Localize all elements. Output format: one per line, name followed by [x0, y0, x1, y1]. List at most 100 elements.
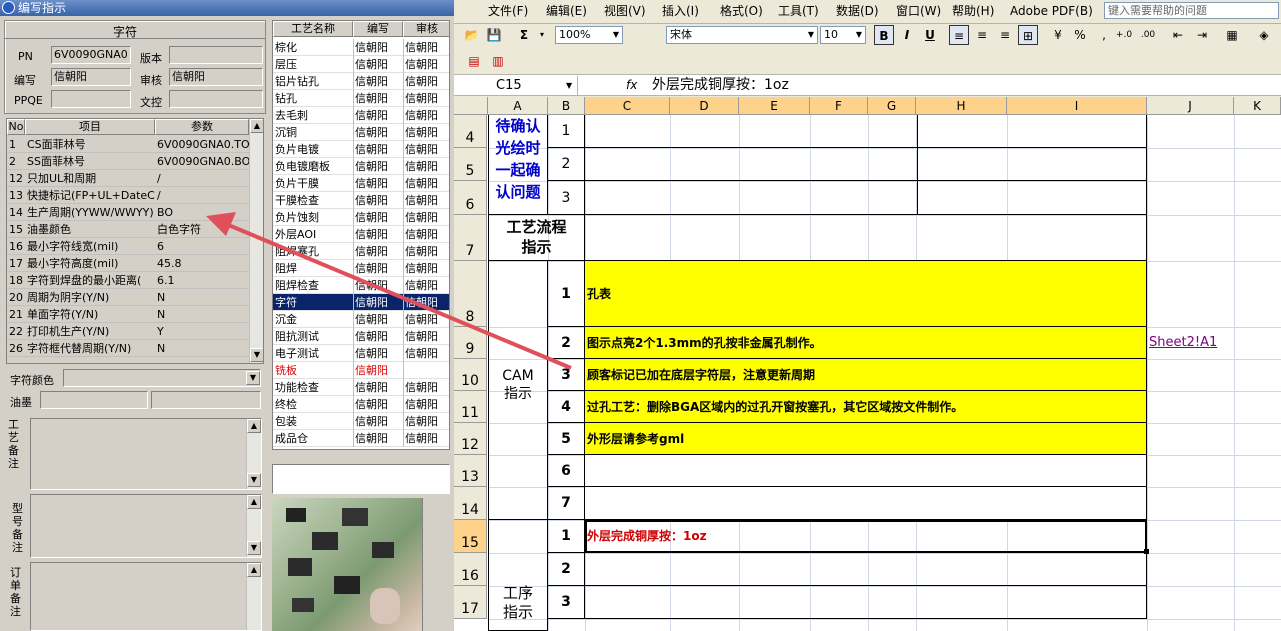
- row-header[interactable]: 12: [454, 423, 487, 455]
- column-header[interactable]: I: [1007, 97, 1147, 115]
- cam-item-cell[interactable]: 孔表: [585, 261, 1147, 327]
- process-row[interactable]: 字符 信朝阳 信朝阳: [273, 294, 449, 311]
- process-row[interactable]: 负片干膜 信朝阳 信朝阳: [273, 175, 449, 192]
- confirm-note-cell[interactable]: [918, 148, 1147, 181]
- menu-item[interactable]: Adobe PDF(B): [1010, 2, 1093, 20]
- menu-item[interactable]: 编辑(E): [546, 2, 587, 20]
- name-box[interactable]: C15: [460, 76, 578, 95]
- row-header[interactable]: 13: [454, 455, 487, 487]
- col-process-name-header[interactable]: 工艺名称: [273, 21, 353, 37]
- chevron-down-icon[interactable]: ▼: [610, 27, 622, 43]
- open-icon[interactable]: 📂: [462, 25, 482, 45]
- pdf-mail-icon[interactable]: ▥: [488, 51, 508, 71]
- process-row[interactable]: 棕化 信朝阳 信朝阳: [273, 39, 449, 56]
- review-field[interactable]: 信朝阳: [169, 68, 263, 86]
- row-header[interactable]: 6: [454, 181, 487, 215]
- cam-item-cell[interactable]: [585, 487, 1147, 520]
- comma-icon[interactable]: ,: [1094, 25, 1114, 45]
- fill-handle[interactable]: [1144, 549, 1149, 554]
- cam-index-cell[interactable]: 6: [548, 455, 585, 487]
- row-header[interactable]: 4: [454, 115, 487, 148]
- scroll-up-icon[interactable]: ▲: [247, 495, 261, 509]
- confirm-content-cell[interactable]: [585, 181, 918, 215]
- process-row[interactable]: 铣板 信朝阳: [273, 362, 449, 379]
- cam-index-cell[interactable]: 2: [548, 327, 585, 359]
- column-header[interactable]: G: [868, 97, 916, 115]
- row-header[interactable]: 17: [454, 586, 487, 619]
- process-row[interactable]: 负片蚀刻 信朝阳 信朝阳: [273, 209, 449, 226]
- process-row[interactable]: 阻抗测试 信朝阳 信朝阳: [273, 328, 449, 345]
- italic-button[interactable]: I: [897, 25, 917, 45]
- scroll-down-icon[interactable]: ▼: [247, 473, 261, 487]
- cam-index-cell[interactable]: 1: [548, 261, 585, 327]
- process-row[interactable]: 阻焊塞孔 信朝阳 信朝阳: [273, 243, 449, 260]
- fill-color-icon[interactable]: ◈: [1254, 25, 1274, 45]
- process-row[interactable]: 去毛刺 信朝阳 信朝阳: [273, 107, 449, 124]
- proc-index-cell[interactable]: 3: [548, 586, 585, 619]
- process-row[interactable]: 阻焊检查 信朝阳 信朝阳: [273, 277, 449, 294]
- process-row[interactable]: 外层AOI 信朝阳 信朝阳: [273, 226, 449, 243]
- param-row[interactable]: 13 快捷标记(FP+UL+DateCo /: [7, 187, 249, 204]
- param-row[interactable]: 26 字符框代替周期(Y/N) N: [7, 340, 249, 357]
- scroll-up-icon[interactable]: ▲: [247, 563, 261, 577]
- column-header[interactable]: B: [548, 97, 585, 115]
- formula-input[interactable]: 外层完成铜厚按：1oz: [652, 76, 789, 95]
- cam-item-cell[interactable]: 外形层请参考gml: [585, 423, 1147, 455]
- menu-item[interactable]: 帮助(H): [952, 2, 994, 20]
- scroll-up-icon[interactable]: ▲: [250, 119, 263, 133]
- column-header[interactable]: C: [585, 97, 670, 115]
- proc-index-cell[interactable]: 1: [548, 520, 585, 553]
- decrease-indent-icon[interactable]: ⇤: [1168, 25, 1188, 45]
- process-row[interactable]: 层压 信朝阳 信朝阳: [273, 56, 449, 73]
- params-grid[interactable]: No 项目 参数 1 CS面菲林号 6V0090GNA0.TO 2 SS面菲林号 6V00…: [6, 118, 264, 364]
- increase-indent-icon[interactable]: ⇥: [1192, 25, 1212, 45]
- column-header[interactable]: K: [1234, 97, 1281, 115]
- menu-item[interactable]: 文件(F): [488, 2, 528, 20]
- param-row[interactable]: 20 周期为阴字(Y/N) N: [7, 289, 249, 306]
- pdf-convert-icon[interactable]: ▤: [464, 51, 484, 71]
- borders-icon[interactable]: ▦: [1222, 25, 1242, 45]
- scroll-down-icon[interactable]: ▼: [247, 541, 261, 555]
- process-row[interactable]: 功能检查 信朝阳 信朝阳: [273, 379, 449, 396]
- param-row[interactable]: 14 生产周期(YYWW/WWYY) BO: [7, 204, 249, 221]
- row-header[interactable]: 8: [454, 261, 487, 327]
- process-row[interactable]: 沉铜 信朝阳 信朝阳: [273, 124, 449, 141]
- cam-item-cell[interactable]: [585, 455, 1147, 487]
- param-row[interactable]: 17 最小字符高度(mil) 45.8: [7, 255, 249, 272]
- param-row[interactable]: 15 油墨颜色 白色字符: [7, 221, 249, 238]
- row-header[interactable]: 7: [454, 215, 487, 261]
- scroll-up-icon[interactable]: ▲: [247, 419, 261, 433]
- column-header[interactable]: D: [670, 97, 739, 115]
- decrease-decimal-icon[interactable]: .00: [1138, 25, 1158, 45]
- model-remark-field[interactable]: ▲ ▼: [30, 494, 262, 558]
- process-row[interactable]: 成品仓 信朝阳 信朝阳: [273, 430, 449, 447]
- chevron-down-icon[interactable]: ▼: [566, 76, 572, 95]
- param-row[interactable]: 18 字符到焊盘的最小距离(6.1: [7, 272, 249, 289]
- zoom-select[interactable]: 100% ▼: [555, 26, 623, 44]
- font-size-select[interactable]: 10 ▼: [820, 26, 866, 44]
- process-row[interactable]: 负电镀磨板 信朝阳 信朝阳: [273, 158, 449, 175]
- proc-item-cell[interactable]: 外层完成铜厚按：1oz: [585, 520, 1147, 553]
- bold-button[interactable]: B: [874, 25, 894, 45]
- align-center-icon[interactable]: ≡: [972, 25, 992, 45]
- confirm-content-cell[interactable]: [585, 148, 918, 181]
- confirm-index-cell[interactable]: 1: [548, 115, 585, 148]
- flow-content-cell[interactable]: [585, 215, 1147, 261]
- cam-index-cell[interactable]: 4: [548, 391, 585, 423]
- cam-index-cell[interactable]: 7: [548, 487, 585, 520]
- cam-item-cell[interactable]: 过孔工艺：删除BGA区域内的过孔开窗按塞孔，其它区域按文件制作。: [585, 391, 1147, 423]
- process-row[interactable]: 电子测试 信朝阳 信朝阳: [273, 345, 449, 362]
- autosum-dropdown-icon[interactable]: ▾: [532, 25, 552, 45]
- param-row[interactable]: 21 单面字符(Y/N) N: [7, 306, 249, 323]
- author-field[interactable]: 信朝阳: [51, 68, 131, 86]
- increase-decimal-icon[interactable]: +.0: [1114, 25, 1134, 45]
- confirm-index-cell[interactable]: 2: [548, 148, 585, 181]
- column-header[interactable]: A: [488, 97, 548, 115]
- proc-item-cell[interactable]: [585, 586, 1147, 619]
- version-field[interactable]: [169, 46, 263, 64]
- confirm-title-cell[interactable]: 待确认光绘时一起确认问题: [488, 115, 548, 215]
- function-icon[interactable]: fx: [626, 76, 637, 95]
- process-remark-field[interactable]: ▲ ▼: [30, 418, 262, 490]
- column-header[interactable]: F: [810, 97, 868, 115]
- col-param-header[interactable]: 参数: [155, 119, 249, 135]
